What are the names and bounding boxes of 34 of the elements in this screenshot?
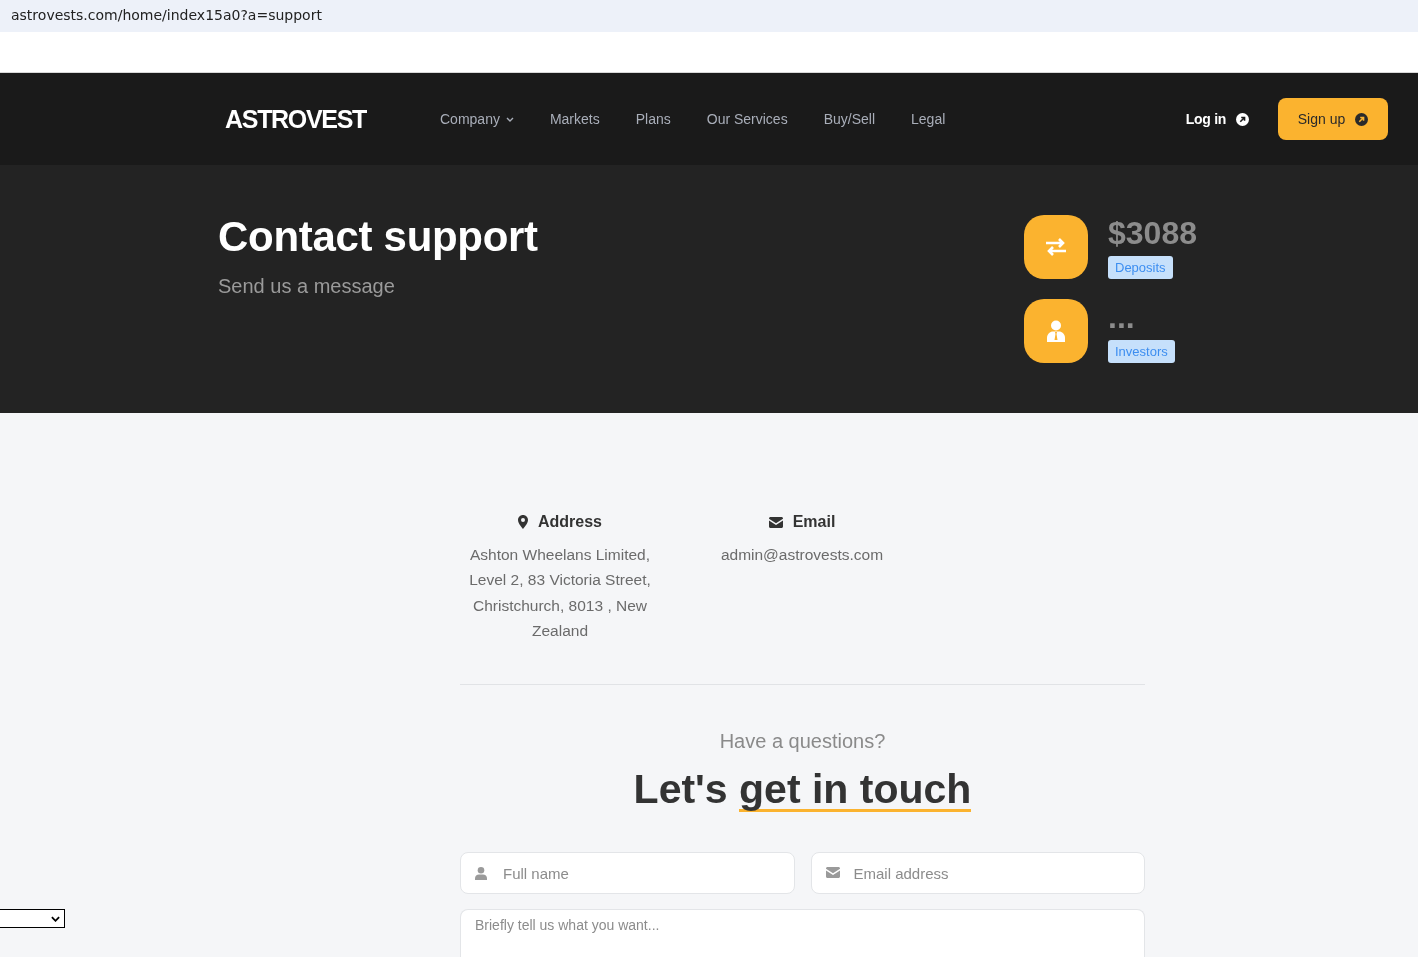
nav-link[interactable]: Our Services [706, 111, 788, 127]
nav-link[interactable]: Buy/Sell [823, 111, 876, 127]
message-textarea[interactable]: Briefly tell us what you want... [460, 909, 1145, 957]
chevron-down-icon [51, 915, 60, 922]
user-icon [475, 867, 487, 881]
kicker-text: Have a questions? [718, 729, 887, 754]
info-text: Ashton Wheelans Limited, Level 2, 83 Victoria Street, Christchurch, 8013 , New Zealand [468, 545, 652, 641]
stat-badge: Investors [1108, 340, 1175, 363]
arrow-circle-icon [1236, 112, 1249, 126]
name-field[interactable]: Full name [460, 852, 795, 895]
nav-link[interactable]: Plans [635, 111, 671, 127]
page-title: Contact support [218, 215, 539, 259]
person-icon [1024, 299, 1088, 363]
map-pin-icon [518, 515, 528, 529]
dropdown-select[interactable] [0, 909, 65, 928]
nav-link[interactable]: Markets [549, 111, 600, 127]
email-field[interactable]: Email address [810, 852, 1145, 895]
info-text: admin@astrovests.com [720, 545, 884, 565]
page-subtitle: Send us a message [218, 274, 396, 298]
signup-button[interactable]: Sign up [1278, 98, 1388, 140]
nav-link[interactable]: Legal [911, 111, 946, 127]
login-link[interactable]: Log in [1185, 111, 1249, 127]
stat-value: ... [1108, 299, 1135, 335]
nav-link[interactable]: Company [440, 111, 514, 127]
swap-arrows-icon [1024, 215, 1088, 279]
arrow-circle-icon [1355, 112, 1369, 126]
stat-badge: Deposits [1108, 256, 1173, 279]
info-heading: Email [792, 513, 836, 531]
envelope-icon [768, 516, 783, 528]
logo[interactable]: ASTROVEST [225, 104, 367, 134]
envelope-icon [825, 867, 840, 879]
url-bar[interactable]: astrovests.com/home/index15a0?a=support [0, 0, 1418, 32]
stat-value: $3088 [1108, 215, 1197, 251]
info-heading: Address [538, 513, 602, 531]
